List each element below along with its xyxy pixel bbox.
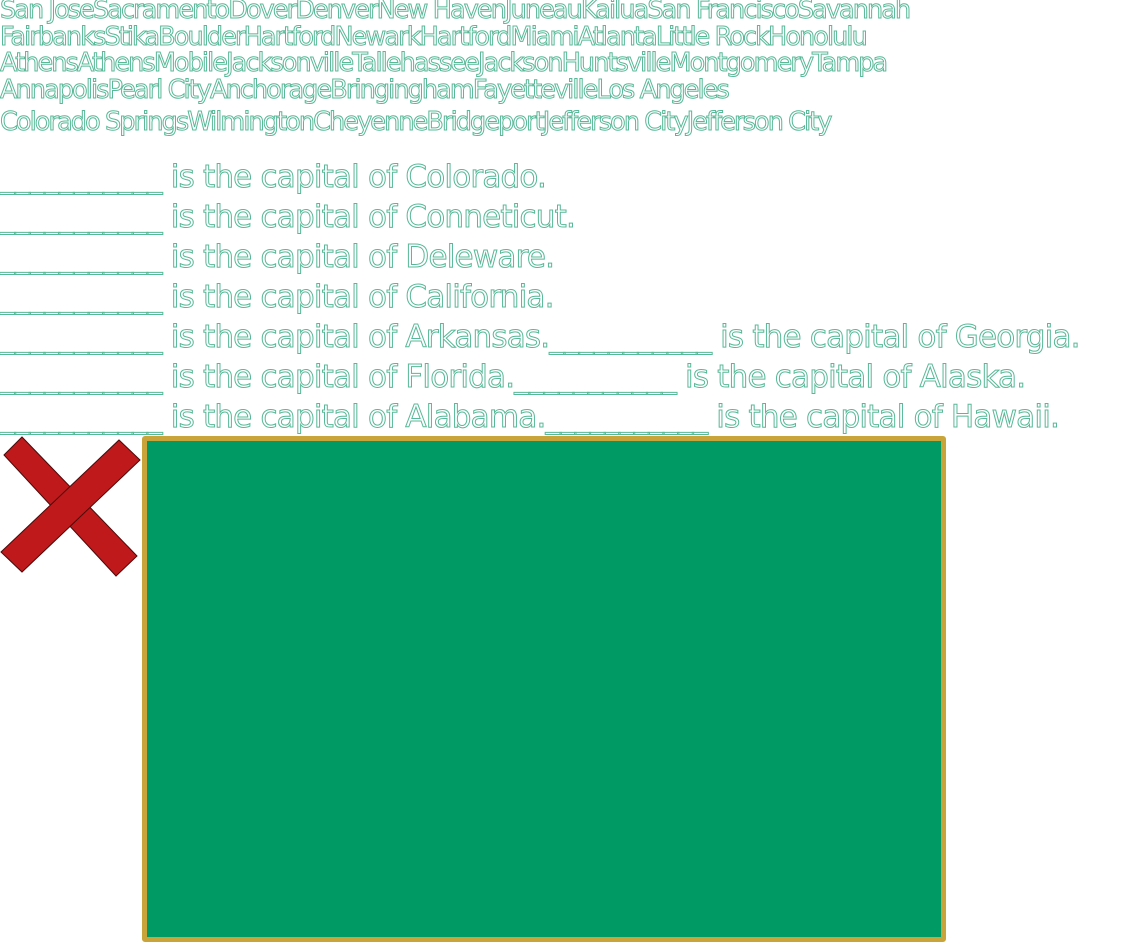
word-tile[interactable]: Boulder [158,22,246,52]
sentence-text: is the capital of Alaska. [676,359,1027,396]
sentence-row: ___________ is the capital of Alabama.__… [0,397,1080,437]
word-tile[interactable]: Athens [0,48,79,78]
word-tile[interactable]: Miami [510,22,580,52]
word-tile[interactable]: Fayetteville [472,75,599,105]
word-tile[interactable]: Jefferson City [542,107,689,137]
word-tile[interactable]: Hartford [243,22,337,52]
word-tile[interactable]: Cheyenne [313,107,429,137]
word-tile[interactable]: Bridgeport [426,107,545,137]
word-bank-line: FairbanksStikaBoulderHartfordNewarkHartf… [0,22,1145,52]
sentence-row: ___________ is the capital of Florida.__… [0,357,1080,397]
sentence-row: ___________ is the capital of Colorado. [0,157,1080,197]
word-tile[interactable]: Bringingham [330,75,475,105]
word-tile[interactable]: Annapolis [0,75,110,105]
sentence-text: is the capital of Arkansas. [161,319,550,356]
sentence-row: ___________ is the capital of Deleware. [0,237,1080,277]
sentence-row: ___________ is the capital of Conneticut… [0,197,1080,237]
answer-blank[interactable]: ___________ [0,239,163,276]
answer-blank[interactable]: ___________ [514,359,677,396]
answer-blank[interactable]: ___________ [545,399,708,436]
sentence-row: ___________ is the capital of California… [0,277,1080,317]
sentence-text: is the capital of Georgia. [711,319,1081,356]
word-tile[interactable]: Atlanta [577,22,658,52]
word-tile[interactable]: Jackson [477,48,564,78]
sentence-text: is the capital of Deleware. [161,239,555,276]
sentence-text: is the capital of Conneticut. [161,199,576,236]
word-tile[interactable]: Newark [334,22,422,52]
close-icon [0,436,141,577]
word-bank-line: AthensAthensMobileJacksonvilleTallehasse… [0,48,1145,78]
word-tile[interactable]: Huntsville [561,48,672,78]
worksheet-canvas: San JoseSacramentoDoverDenverNew HavenJu… [0,0,1145,944]
answer-blank[interactable]: ___________ [549,319,712,356]
word-tile[interactable]: Los Angeles [596,75,730,105]
word-tile[interactable]: Colorado Springs [0,107,190,137]
sentence-text: is the capital of Colorado. [161,159,547,196]
word-bank-line: Colorado SpringsWilmingtonCheyenneBridge… [0,107,1145,137]
word-tile[interactable]: Little Rock [655,22,770,52]
word-tile[interactable]: Jacksonville [226,48,355,78]
word-tile[interactable]: Jefferson City [686,107,833,137]
word-tile[interactable]: Athens [76,48,156,78]
word-tile[interactable]: Pearl City [107,75,212,105]
word-bank-line: AnnapolisPearl CityAnchorageBringinghamF… [0,75,1145,105]
word-tile[interactable]: Wilmington [187,107,316,137]
word-tile[interactable]: Fairbanks [0,22,107,52]
word-bank-line: San JoseSacramentoDoverDenverNew HavenJu… [0,0,1145,24]
word-tile[interactable]: Mobile [153,48,228,78]
answer-blank[interactable]: ___________ [0,199,163,236]
word-tile[interactable]: Tallehassee [352,48,481,78]
sentence-text: is the capital of Hawaii. [707,399,1061,436]
sentence-text: is the capital of California. [161,279,555,316]
word-bank: San JoseSacramentoDoverDenverNew HavenJu… [0,0,1145,136]
answer-blank[interactable]: ___________ [0,359,163,396]
sentence-list: ___________ is the capital of Colorado. _… [0,157,1081,437]
answer-blank[interactable]: ___________ [0,279,163,316]
word-tile[interactable]: Tampa [812,48,889,78]
close-button[interactable] [0,436,142,578]
word-tile[interactable]: Anchorage [209,75,332,105]
answer-blank[interactable]: ___________ [0,399,163,436]
word-tile[interactable]: Honolulu [768,22,869,52]
answer-blank[interactable]: ___________ [0,319,163,356]
word-tile[interactable]: Stika [104,22,161,52]
answer-blank[interactable]: ___________ [0,159,163,196]
answer-board[interactable] [142,436,946,942]
word-tile[interactable]: Montgomery [669,48,815,78]
word-tile[interactable]: Hartford [419,22,513,52]
sentence-text: is the capital of Alabama. [161,399,547,436]
sentence-row: ___________ is the capital of Arkansas._… [0,317,1081,357]
sentence-text: is the capital of Florida. [161,359,515,396]
